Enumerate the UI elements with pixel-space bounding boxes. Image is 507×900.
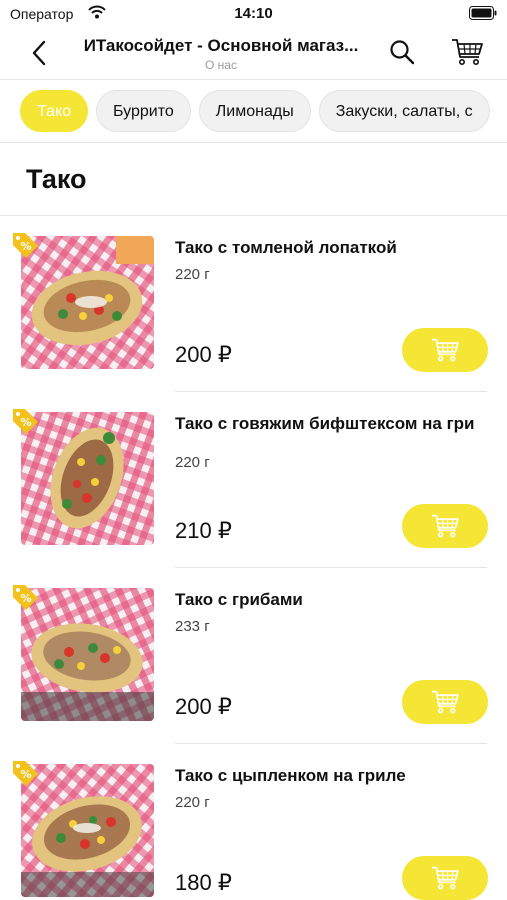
product-image[interactable] <box>21 764 154 897</box>
product-weight: 220 г <box>175 454 210 471</box>
add-to-cart-button[interactable] <box>402 504 488 548</box>
discount-tag-icon: % <box>13 409 38 434</box>
battery-icon <box>469 6 497 20</box>
back-button[interactable] <box>22 36 56 70</box>
chevron-left-icon <box>32 40 46 66</box>
add-to-cart-button[interactable] <box>402 856 488 900</box>
product-image[interactable] <box>21 588 154 721</box>
product-name: Тако с томленой лопаткой <box>175 238 397 257</box>
product-price: 200 ₽ <box>175 342 232 367</box>
cart-icon <box>452 39 483 65</box>
cart-icon <box>432 514 459 538</box>
product-name: Тако с грибами <box>175 590 303 609</box>
page-title: ИТакосойдет - Основной магаз... <box>83 36 359 55</box>
discount-tag-icon: % <box>13 585 38 610</box>
svg-text:%: % <box>20 768 31 781</box>
cart-button[interactable] <box>448 34 486 70</box>
product-price: 200 ₽ <box>175 694 232 719</box>
svg-text:%: % <box>20 592 31 605</box>
category-chip-lemonades[interactable]: Лимонады <box>198 90 311 132</box>
category-track: Тако Буррито Лимонады Закуски, салаты, с <box>20 90 498 132</box>
product-weight: 233 г <box>175 618 210 635</box>
product-name: Тако с цыпленком на гриле <box>175 766 406 785</box>
product-card[interactable]: % Тако с томленой лопаткой 220 г 200 ₽ <box>0 216 507 392</box>
product-card[interactable]: % Тако с цыпленком на гриле 220 г 180 ₽ <box>0 744 507 900</box>
section-title: Тако <box>26 164 87 194</box>
product-image[interactable] <box>21 412 154 545</box>
product-weight: 220 г <box>175 794 210 811</box>
product-price: 180 ₽ <box>175 870 232 895</box>
cart-icon <box>432 690 459 714</box>
product-image[interactable] <box>21 236 154 369</box>
search-icon <box>390 40 415 65</box>
product-list: % Тако с томленой лопаткой 220 г 200 ₽ %… <box>0 216 507 900</box>
cart-icon <box>432 866 459 890</box>
search-button[interactable] <box>386 36 418 68</box>
cart-icon <box>432 338 459 362</box>
category-chip-burritos[interactable]: Буррито <box>96 90 191 132</box>
category-bar: Тако Буррито Лимонады Закуски, салаты, с <box>0 80 507 143</box>
svg-text:%: % <box>20 240 31 253</box>
add-to-cart-button[interactable] <box>402 328 488 372</box>
status-time: 14:10 <box>234 5 273 22</box>
product-name: Тако с говяжим бифштексом на гри <box>175 414 475 433</box>
category-chip-snacks[interactable]: Закуски, салаты, с <box>318 90 490 132</box>
discount-tag-icon: % <box>13 233 38 258</box>
svg-text:%: % <box>20 416 31 429</box>
product-weight: 220 г <box>175 266 210 283</box>
category-chip-tacos[interactable]: Тако <box>20 90 89 132</box>
product-price: 210 ₽ <box>175 518 232 543</box>
add-to-cart-button[interactable] <box>402 680 488 724</box>
discount-tag-icon: % <box>13 761 38 786</box>
about-link[interactable]: О нас <box>62 58 380 72</box>
product-card[interactable]: % Тако с грибами 233 г 200 ₽ <box>0 568 507 744</box>
status-bar: Оператор 14:10 <box>0 0 507 28</box>
product-card[interactable]: % Тако с говяжим бифштексом на гри 220 г… <box>0 392 507 568</box>
nav-bar: ИТакосойдет - Основной магаз... О нас <box>0 28 507 80</box>
